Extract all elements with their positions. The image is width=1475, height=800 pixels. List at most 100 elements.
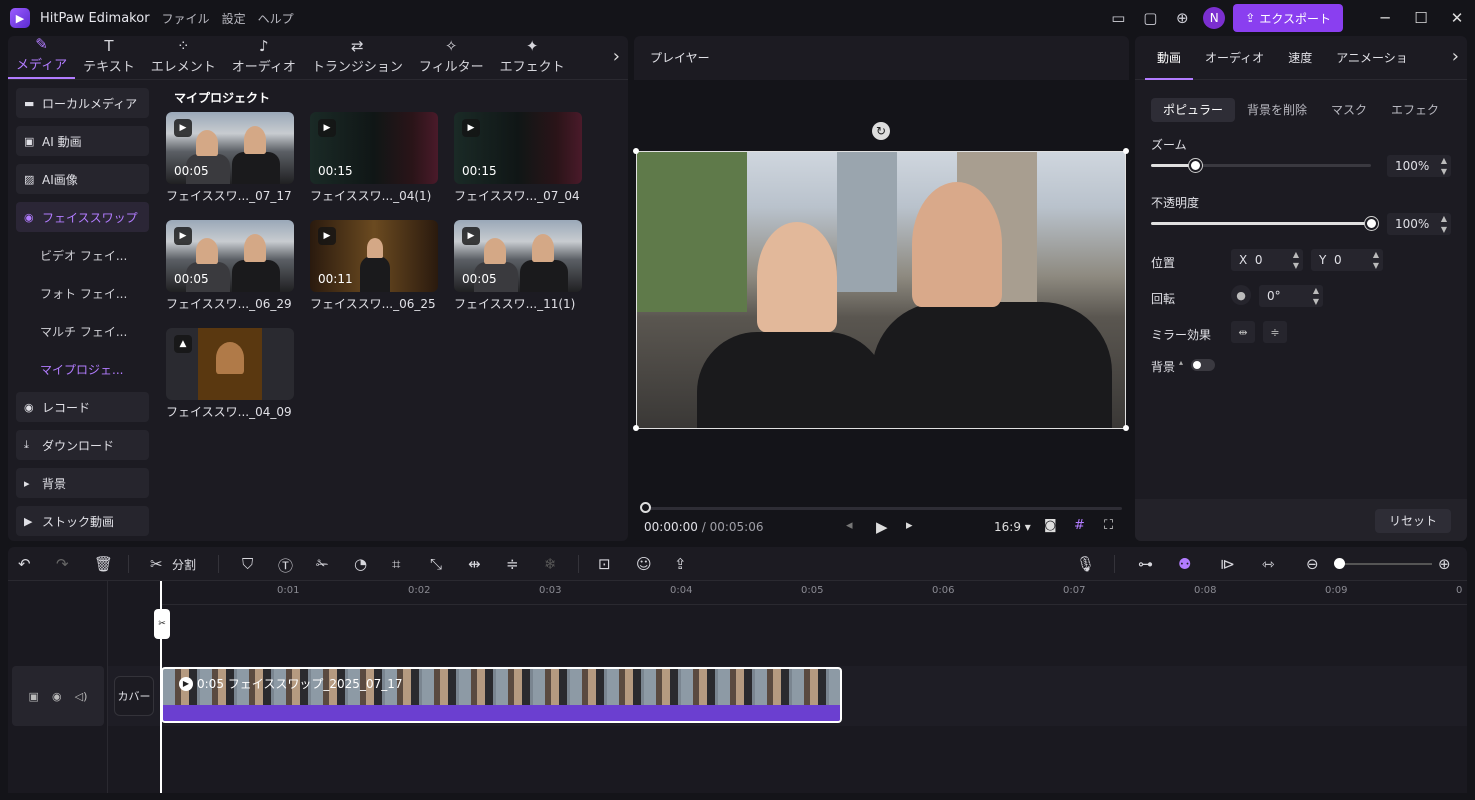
split-view-icon[interactable]: ⧐ bbox=[1220, 555, 1235, 573]
media-card[interactable]: ▶ 00:05 フェイススワ..._11(1) bbox=[454, 220, 582, 312]
redo-icon[interactable]: ↷ bbox=[56, 555, 69, 573]
sidebar-item-ai-image[interactable]: ▨ AI画像 bbox=[16, 164, 149, 194]
tab-text[interactable]: T テキスト bbox=[75, 35, 143, 79]
sidebar-item-download[interactable]: ⤓ ダウンロード bbox=[16, 430, 149, 460]
microphone-icon[interactable]: 🎙 bbox=[1076, 555, 1095, 573]
tab-animation[interactable]: アニメーショ bbox=[1324, 36, 1420, 80]
subtab-popular[interactable]: ポピュラー bbox=[1151, 98, 1236, 122]
media-card[interactable]: ▶ 00:15 フェイススワ..._07_04 bbox=[454, 112, 582, 204]
preview-canvas[interactable] bbox=[636, 151, 1126, 429]
export-button[interactable]: ⇪ エクスポート bbox=[1233, 4, 1343, 32]
adjust-icon[interactable]: ≑ bbox=[506, 555, 519, 573]
crop-icon[interactable]: ⌗ bbox=[392, 555, 400, 573]
video-clip[interactable]: ▶ 0:05 フェイススワップ_2025_07_17 bbox=[161, 667, 842, 723]
resize-handle[interactable] bbox=[633, 425, 639, 431]
resize-icon[interactable]: ⤡ bbox=[430, 555, 442, 573]
zoom-knob[interactable] bbox=[1189, 159, 1202, 172]
sidebar-item-local-media[interactable]: ▬ ローカルメディア bbox=[16, 88, 149, 118]
grid-icon[interactable]: # bbox=[1074, 518, 1085, 533]
stepper-icon[interactable]: ▲ ▼ bbox=[1441, 155, 1447, 177]
upload-icon[interactable]: ⇪ bbox=[674, 555, 687, 573]
playhead-split-icon[interactable]: ✂ bbox=[154, 609, 170, 639]
feedback-icon[interactable]: ▢ bbox=[1139, 7, 1161, 29]
stepper-icon[interactable]: ▲ ▼ bbox=[1373, 249, 1379, 271]
resize-handle[interactable] bbox=[633, 148, 639, 154]
sidebar-subitem-multi-face[interactable]: マルチ フェイ... bbox=[16, 316, 149, 346]
avatar[interactable]: N bbox=[1203, 7, 1226, 29]
tab-elements[interactable]: ⁘ エレメント bbox=[143, 35, 224, 79]
cut-icon[interactable]: ✁ bbox=[316, 555, 329, 573]
scissors-icon[interactable]: ✂ bbox=[150, 555, 163, 573]
sidebar-subitem-photo-face[interactable]: フォト フェイ... bbox=[16, 278, 149, 308]
subtab-remove-bg[interactable]: 背景を削除 bbox=[1235, 98, 1319, 122]
sidebar-subitem-my-projects[interactable]: マイプロジェ... bbox=[16, 354, 149, 384]
chevron-right-icon[interactable]: › bbox=[1452, 46, 1459, 67]
opacity-knob[interactable] bbox=[1365, 217, 1378, 230]
rotate-input[interactable]: 0° ▲ ▼ bbox=[1259, 285, 1323, 307]
cover-button[interactable]: カバー bbox=[114, 676, 154, 716]
add-text-icon[interactable]: ⊡ bbox=[598, 555, 611, 573]
next-frame-icon[interactable]: ▸ bbox=[906, 518, 913, 533]
sidebar-subitem-video-face[interactable]: ビデオ フェイ... bbox=[16, 240, 149, 270]
undo-icon[interactable]: ↶ bbox=[18, 555, 31, 573]
speaker-icon[interactable]: ◁) bbox=[75, 690, 88, 703]
background-toggle[interactable] bbox=[1191, 359, 1215, 371]
zoom-out-icon[interactable]: ⊖ bbox=[1306, 555, 1319, 573]
text-box-icon[interactable]: Ⓣ bbox=[278, 555, 293, 576]
subtab-effect[interactable]: エフェク bbox=[1379, 98, 1451, 122]
rotate-dial-icon[interactable]: ● bbox=[1231, 285, 1251, 305]
link-icon[interactable]: ⊶ bbox=[1138, 555, 1153, 573]
layout-icon[interactable]: ▭ bbox=[1107, 7, 1129, 29]
flip-vertical-icon[interactable]: ≑ bbox=[1263, 321, 1287, 343]
split-label[interactable]: 分割 bbox=[172, 556, 196, 573]
sidebar-item-background[interactable]: ▸ 背景 bbox=[16, 468, 149, 498]
maximize-icon[interactable]: ☐ bbox=[1403, 9, 1439, 27]
stepper-icon[interactable]: ▲ ▼ bbox=[1441, 213, 1447, 235]
resize-handle[interactable] bbox=[1123, 425, 1129, 431]
tab-audio[interactable]: ♪ オーディオ bbox=[224, 35, 304, 79]
menu-help[interactable]: ヘルプ bbox=[258, 10, 294, 27]
zoom-slider[interactable] bbox=[1151, 159, 1371, 172]
ai-icon[interactable]: ⚉ bbox=[1178, 555, 1191, 573]
play-icon[interactable]: ▶ bbox=[876, 518, 888, 536]
fullscreen-icon[interactable]: ⛶ bbox=[1104, 518, 1113, 533]
position-y-input[interactable]: Y 0 ▲ ▼ bbox=[1311, 249, 1383, 271]
tab-media[interactable]: ✎ メディア bbox=[8, 35, 76, 79]
prev-frame-icon[interactable]: ◂ bbox=[846, 518, 853, 533]
rotate-handle-icon[interactable]: ↻ bbox=[872, 122, 890, 140]
media-card[interactable]: ▶ 00:05 フェイススワ..._06_29 bbox=[166, 220, 294, 312]
camera-icon[interactable]: ◙ bbox=[1044, 518, 1057, 533]
zoom-value-input[interactable]: 100% ▲ ▼ bbox=[1387, 155, 1451, 177]
eye-icon[interactable]: ◉ bbox=[52, 690, 62, 703]
tab-filter[interactable]: ✧ フィルター bbox=[411, 35, 492, 79]
stepper-icon[interactable]: ▲ ▼ bbox=[1293, 249, 1299, 271]
minimize-icon[interactable]: ─ bbox=[1367, 9, 1403, 27]
tab-effect[interactable]: ✦ エフェクト bbox=[492, 35, 573, 79]
opacity-slider[interactable] bbox=[1151, 217, 1378, 230]
zoom-in-icon[interactable]: ⊕ bbox=[1438, 555, 1451, 573]
position-x-input[interactable]: X 0 ▲ ▼ bbox=[1231, 249, 1303, 271]
sidebar-item-face-swap[interactable]: ◉ フェイススワップ bbox=[16, 202, 149, 232]
opacity-value-input[interactable]: 100% ▲ ▼ bbox=[1387, 213, 1451, 235]
fit-icon[interactable]: ⇿ bbox=[1262, 555, 1275, 573]
menu-settings[interactable]: 設定 bbox=[222, 10, 246, 27]
media-card[interactable]: ▶ 00:05 フェイススワ..._07_17 bbox=[166, 112, 294, 204]
sidebar-item-record[interactable]: ◉ レコード bbox=[16, 392, 149, 422]
freeze-icon[interactable]: ❄ bbox=[544, 555, 557, 573]
menu-file[interactable]: ファイル bbox=[162, 10, 210, 27]
timeline-zoom-slider[interactable] bbox=[1338, 563, 1432, 565]
timeline-zoom-knob[interactable] bbox=[1334, 558, 1345, 569]
download-icon[interactable]: ⊕ bbox=[1171, 7, 1193, 29]
subtab-mask[interactable]: マスク bbox=[1319, 98, 1379, 122]
sidebar-item-ai-video[interactable]: ▣ AI 動画 bbox=[16, 126, 149, 156]
flip-horizontal-icon[interactable]: ⇹ bbox=[1231, 321, 1255, 343]
media-card[interactable]: ▲ フェイススワ..._04_09 bbox=[166, 328, 294, 420]
stepper-icon[interactable]: ▲ ▼ bbox=[1313, 285, 1319, 307]
marker-icon[interactable]: ⛉ bbox=[242, 555, 253, 573]
progress-knob[interactable] bbox=[640, 502, 651, 513]
speed-icon[interactable]: ◔ bbox=[354, 555, 367, 573]
close-icon[interactable]: ✕ bbox=[1439, 9, 1475, 27]
media-card[interactable]: ▶ 00:11 フェイススワ..._06_25 bbox=[310, 220, 438, 312]
tab-video[interactable]: 動画 bbox=[1145, 36, 1194, 80]
face-icon[interactable]: ☺ bbox=[636, 555, 652, 573]
